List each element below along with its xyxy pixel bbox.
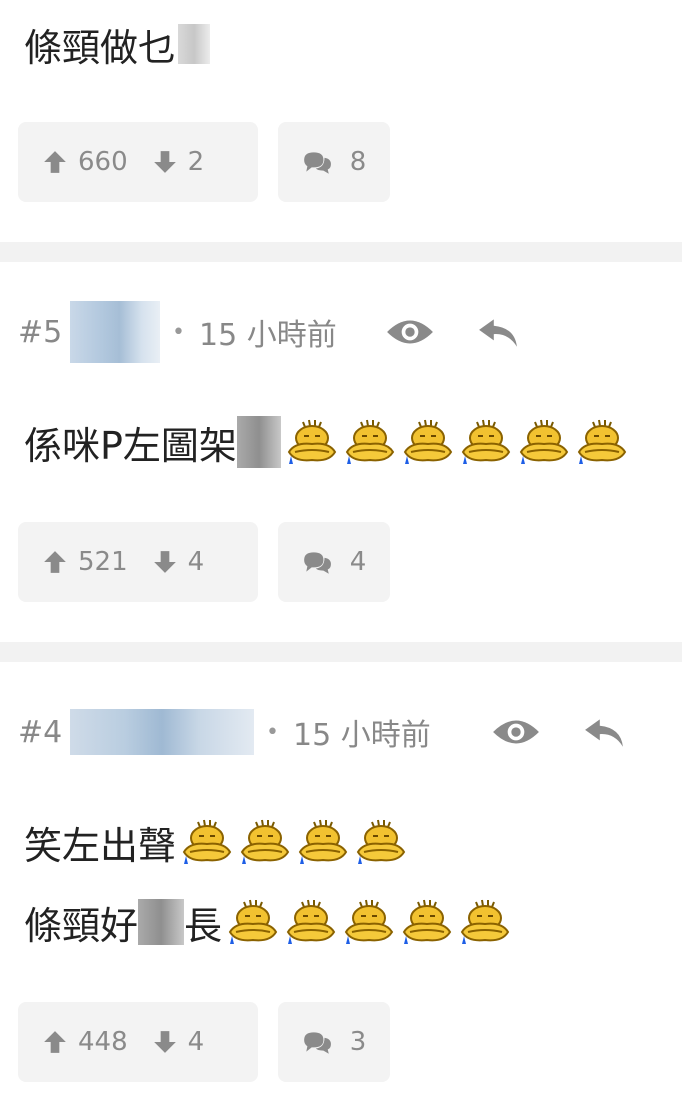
downvote-button[interactable]: 2 [152,147,205,177]
vote-box: 448 4 [18,1002,258,1082]
arrow-down-icon [152,147,178,177]
post-time: 15 小時前 [292,718,431,753]
post-text-line-2b: 長 [184,903,223,948]
reply-arrow-icon [583,715,625,749]
post-separator [0,242,682,262]
sweating-face-emoji-icon [180,818,234,866]
sweating-face-emoji-icon [575,418,629,466]
reply-button[interactable] [470,304,526,360]
comment-button[interactable]: 4 [278,522,390,602]
post-number: #5 [18,314,63,350]
sweating-face-emoji-icon [226,898,280,946]
post-body-line-1: 笑左出聲 [24,814,408,870]
emoji-row [176,818,408,866]
speech-bubbles-icon [302,549,332,575]
post-number: #4 [18,714,63,750]
post-body: 係咪P左圖架 [24,414,629,470]
sweating-face-emoji-icon [342,898,396,946]
post-top-body: 條頸做乜 [24,16,211,72]
censored-character [138,899,185,945]
downvote-button[interactable]: 4 [152,1027,205,1057]
downvote-count: 4 [187,547,205,577]
meta-separator-dot: • [172,319,185,345]
post-5: #5 • 15 小時前 係咪P左圖架 521 4 4 [0,262,682,642]
post-meta: #4 • 15 小時前 [18,702,431,762]
comment-button[interactable]: 8 [278,122,390,202]
vote-box: 660 2 [18,122,258,202]
speech-bubbles-icon [302,149,332,175]
post-time: 15 小時前 [198,318,337,353]
post-4: #4 • 15 小時前 笑左出聲 條頸好 長 448 4 3 [0,662,682,1100]
downvote-count: 2 [187,147,205,177]
post-meta: #5 • 15 小時前 [18,301,337,363]
arrow-up-icon [42,147,68,177]
post-actions: 521 4 4 [18,522,390,602]
emoji-row [281,418,629,466]
view-button[interactable] [488,704,544,760]
sweating-face-emoji-icon [296,818,350,866]
comment-button[interactable]: 3 [278,1002,390,1082]
sweating-face-emoji-icon [343,418,397,466]
view-button[interactable] [382,304,438,360]
reply-arrow-icon [477,315,519,349]
sweating-face-emoji-icon [458,898,512,946]
sweating-face-emoji-icon [459,418,513,466]
upvote-count: 448 [78,1027,128,1057]
speech-bubbles-icon [302,1029,332,1055]
post-top-text: 條頸做乜 [24,25,177,70]
arrow-up-icon [42,1027,68,1057]
eye-icon [385,315,435,349]
sweating-face-emoji-icon [238,818,292,866]
arrow-up-icon [42,547,68,577]
upvote-button[interactable]: 660 [42,147,128,177]
post-top: 條頸做乜 660 2 8 [0,0,682,242]
comment-count: 8 [349,147,367,177]
censored-character [178,24,211,64]
post-separator [0,642,682,662]
sweating-face-emoji-icon [354,818,408,866]
sweating-face-emoji-icon [284,898,338,946]
reply-button[interactable] [576,704,632,760]
username-blurred[interactable] [70,301,160,363]
arrow-down-icon [152,1027,178,1057]
comment-count: 4 [349,547,367,577]
post-text-line-1: 笑左出聲 [24,823,177,868]
post-top-actions: 660 2 8 [18,122,390,202]
sweating-face-emoji-icon [400,898,454,946]
sweating-face-emoji-icon [517,418,571,466]
downvote-button[interactable]: 4 [152,547,205,577]
vote-box: 521 4 [18,522,258,602]
post-actions: 448 4 3 [18,1002,390,1082]
upvote-count: 521 [78,547,128,577]
upvote-button[interactable]: 448 [42,1027,128,1057]
upvote-button[interactable]: 521 [42,547,128,577]
arrow-down-icon [152,547,178,577]
post-text-line-2a: 條頸好 [24,903,139,948]
post-text: 係咪P左圖架 [24,423,237,468]
emoji-row [222,898,512,946]
upvote-count: 660 [78,147,128,177]
sweating-face-emoji-icon [285,418,339,466]
username-blurred[interactable] [70,709,254,755]
eye-icon [491,715,541,749]
post-body-line-2: 條頸好 長 [24,894,512,950]
meta-separator-dot: • [266,719,279,745]
sweating-face-emoji-icon [401,418,455,466]
downvote-count: 4 [187,1027,205,1057]
comment-count: 3 [349,1027,367,1057]
censored-character [236,416,281,468]
